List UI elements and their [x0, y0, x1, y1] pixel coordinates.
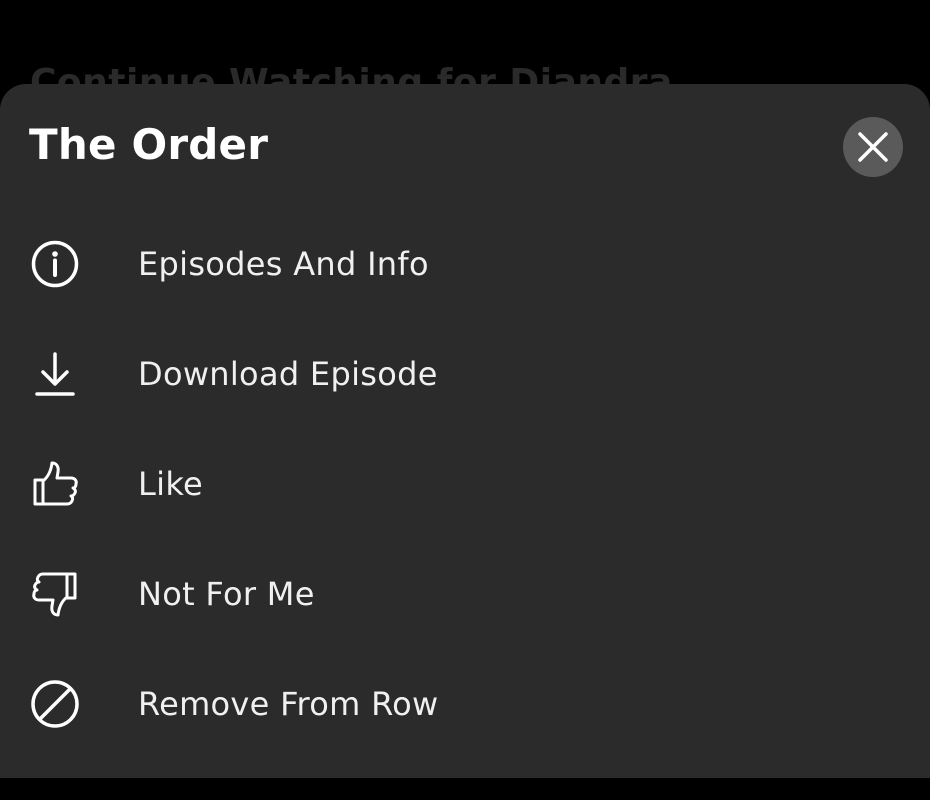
menu-item-remove-from-row[interactable]: Remove From Row [0, 649, 930, 759]
menu-item-label: Like [138, 465, 203, 503]
menu-item-label: Remove From Row [138, 685, 439, 723]
menu-item-label: Download Episode [138, 355, 438, 393]
thumbs-down-icon [28, 567, 82, 621]
menu-item-label: Episodes And Info [138, 245, 429, 283]
close-icon [857, 131, 889, 163]
menu-item-download-episode[interactable]: Download Episode [0, 319, 930, 429]
action-sheet: The Order Episodes And Info Download Epi… [0, 84, 930, 778]
action-menu: Episodes And Info Download Episode Like … [0, 209, 930, 759]
thumbs-up-icon [28, 457, 82, 511]
menu-item-not-for-me[interactable]: Not For Me [0, 539, 930, 649]
menu-item-like[interactable]: Like [0, 429, 930, 539]
close-button[interactable] [843, 117, 903, 177]
sheet-title: The Order [29, 120, 269, 169]
download-icon [28, 347, 82, 401]
menu-item-episodes-and-info[interactable]: Episodes And Info [0, 209, 930, 319]
info-icon [28, 237, 82, 291]
menu-item-label: Not For Me [138, 575, 315, 613]
remove-icon [28, 677, 82, 731]
screen: Continue Watching for Diandra The Order [0, 0, 930, 800]
bottom-strip [0, 778, 930, 800]
